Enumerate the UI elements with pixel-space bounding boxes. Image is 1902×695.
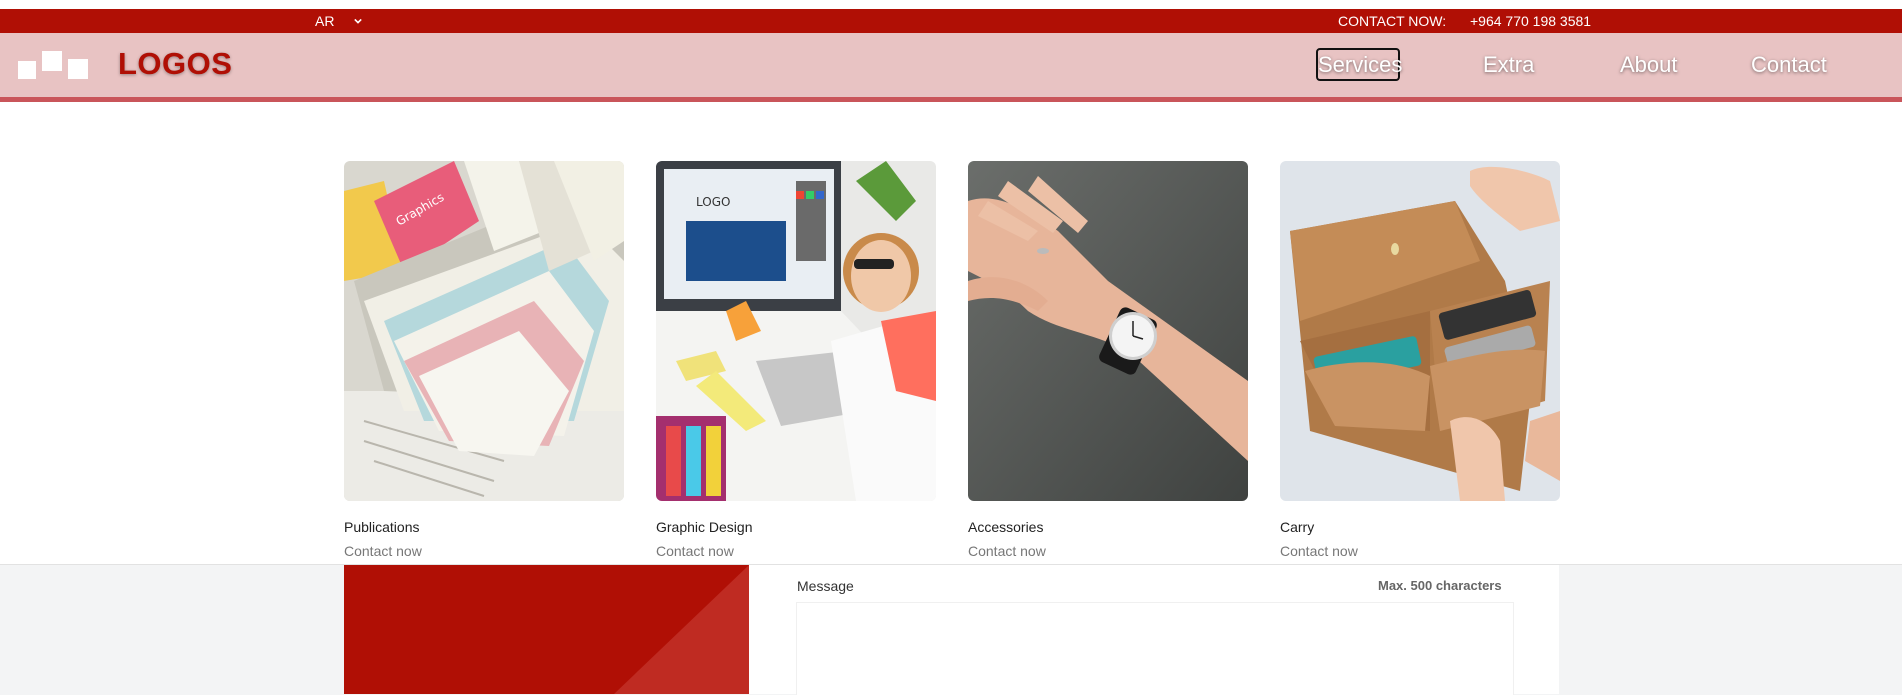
product-card-carry[interactable]: Carry Contact now (1280, 161, 1560, 559)
product-title[interactable]: Accessories (968, 519, 1043, 535)
nav-services[interactable]: Services (1316, 48, 1402, 81)
product-title[interactable]: Publications (344, 519, 420, 535)
contact-label: CONTACT NOW: (1338, 13, 1447, 29)
nav-extra[interactable]: Extra (1483, 52, 1534, 78)
product-title[interactable]: Carry (1280, 519, 1314, 535)
publications-image[interactable]: Graphics (344, 161, 624, 501)
language-value: AR (315, 13, 335, 29)
graphic-design-image[interactable]: LOGO (656, 161, 936, 501)
carry-image[interactable] (1280, 161, 1560, 501)
language-select[interactable]: AR (315, 13, 363, 29)
product-card-accessories[interactable]: Accessories Contact now (968, 161, 1248, 559)
contact-now-link[interactable]: Contact now (656, 543, 734, 559)
nav-contact[interactable]: Contact (1751, 52, 1827, 78)
navbar: LOGOS Services Extra About Contact (0, 33, 1902, 97)
logo-text[interactable]: LOGOS (118, 46, 232, 82)
message-textarea[interactable] (796, 602, 1514, 695)
accessories-image[interactable] (968, 161, 1248, 501)
contact-phone[interactable]: +964 770 198 3581 (1470, 13, 1591, 29)
message-label: Message (797, 578, 854, 594)
contact-now-link[interactable]: Contact now (968, 543, 1046, 559)
contact-now-link[interactable]: Contact now (1280, 543, 1358, 559)
svg-text:LOGO: LOGO (696, 195, 730, 209)
product-title[interactable]: Graphic Design (656, 519, 753, 535)
product-card-graphic-design[interactable]: LOGO Graphic Design Contact now (656, 161, 936, 559)
contact-decor-block (344, 565, 749, 694)
max-characters-label: Max. 500 characters (1378, 578, 1502, 593)
product-card-publications[interactable]: Graphics Publications Contact now (344, 161, 624, 559)
chevron-down-icon (354, 18, 363, 24)
navbar-divider (0, 97, 1902, 102)
contact-now-link[interactable]: Contact now (344, 543, 422, 559)
logo-icon (18, 51, 88, 79)
top-bar: AR CONTACT NOW: +964 770 198 3581 (0, 9, 1902, 33)
nav-about[interactable]: About (1620, 52, 1678, 78)
